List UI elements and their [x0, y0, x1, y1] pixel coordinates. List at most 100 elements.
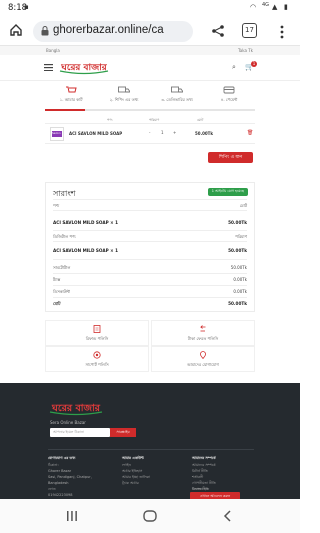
- summary-row-label: ডিসকাউন্ট: [53, 289, 70, 294]
- quantity-stepper[interactable]: - 1 +: [149, 130, 177, 137]
- summary-row-value: 50.00Tk: [228, 220, 247, 225]
- signal-icon: ▲: [272, 3, 278, 11]
- url-text: ghorerbazar.online/ca: [53, 24, 164, 36]
- document-icon: [93, 325, 101, 333]
- url-bar[interactable]: ghorerbazar.online/ca: [33, 21, 193, 42]
- cart-step-icon: [66, 86, 77, 93]
- summary-row-value: 50.00Tk: [228, 248, 247, 253]
- footer-logo[interactable]: ঘরের বাজার: [48, 400, 104, 417]
- qty-plus-button[interactable]: +: [173, 130, 176, 135]
- card-label: রিফান্ড পলিসি: [85, 336, 109, 341]
- product-name[interactable]: ACI SAVLON MILD SOAP: [69, 131, 122, 136]
- checkout-steps: ১. আমার কার্ট ২. শিপিং এর তথ্য ৩. ডেলিভা…: [45, 84, 255, 108]
- return-policy-card[interactable]: টাকা ফেরত পলিসি: [151, 320, 255, 346]
- cart-table-header: পণ্য পরিমাণ মোট: [45, 116, 255, 124]
- step-label: ২. শিপিং এর তথ্য: [109, 97, 139, 102]
- status-bar: 8:18 ▪ ◠ 4G ▲ ▮: [0, 0, 300, 16]
- return-arrow-icon: [200, 325, 206, 332]
- summary-row-value: পরিমাণ: [235, 234, 247, 239]
- step-delivery[interactable]: ৩. ডেলিভারির তথ্য: [151, 84, 203, 108]
- divider: [53, 297, 247, 298]
- home-button-icon[interactable]: [143, 510, 157, 522]
- footer-link[interactable]: ট্র্যাক অর্ডার: [122, 480, 150, 486]
- summary-row-value: 50.00Tk: [228, 301, 247, 306]
- summary-head-total: মোট: [239, 203, 247, 208]
- footer-logo-text: ঘরের বাজার: [51, 403, 101, 414]
- order-summary: সারাংশ 1 আইটেম যোগ হয়েছে পণ্য মোট ACI S…: [45, 182, 255, 312]
- logo-text: ঘরের বাজার: [60, 63, 107, 73]
- policy-cards: রিফান্ড পলিসি টাকা ফেরত পলিসি সাপোর্ট পল…: [45, 320, 255, 372]
- footer-account-column: আমার একাউন্ট লগইন অর্ডার ইতিহাস আমার ইচ্…: [122, 455, 150, 486]
- trash-icon[interactable]: 🗑: [247, 130, 253, 136]
- currency-select[interactable]: Taka Tk: [238, 48, 253, 53]
- summary-head-product: পণ্য: [53, 203, 60, 208]
- payment-card-icon: [223, 86, 235, 94]
- step-shipping[interactable]: ২. শিপিং এর তথ্য: [98, 84, 150, 108]
- cart-count-badge: 1: [251, 61, 257, 67]
- footer-tagline: Sera Online Bazar: [50, 420, 86, 425]
- summary-row-label: ACI SAVLON MILD SOAP × 1: [53, 248, 119, 253]
- qty-value[interactable]: 1: [161, 130, 164, 135]
- top-strip: Bangla Taka Tk: [0, 46, 300, 55]
- divider: [53, 259, 247, 260]
- divider: [53, 230, 247, 231]
- subscribe-button[interactable]: সাবস্ক্রাইব: [110, 428, 136, 437]
- summary-row-value: 0.00Tk: [233, 289, 247, 294]
- summary-row-label: ট্যাক্স: [53, 277, 61, 282]
- summary-row-label: সাবটোটাল: [53, 265, 71, 270]
- network-label: 4G: [262, 2, 270, 8]
- system-nav-bar: [0, 499, 300, 533]
- step-progress-fill: [45, 109, 85, 111]
- contact-card[interactable]: আমাদের যোগাযোগ: [151, 346, 255, 372]
- site-logo[interactable]: ঘরের বাজার: [58, 59, 110, 77]
- support-icon: [93, 351, 101, 359]
- tab-switcher-button[interactable]: 17: [242, 23, 257, 38]
- card-label: সাপোর্ট পলিসি: [85, 362, 109, 367]
- site-footer: ঘরের বাজার Sera Online Bazar আপনার ইমেল …: [0, 383, 300, 509]
- refund-policy-card[interactable]: রিফান্ড পলিসি: [45, 320, 149, 346]
- go-to-shipping-button[interactable]: শিপিং এ যান: [208, 152, 253, 163]
- product-thumbnail[interactable]: Savlon: [50, 127, 64, 141]
- divider: [53, 285, 247, 286]
- delivery-truck-icon: [171, 86, 183, 93]
- step-payment[interactable]: ৪. পেমেন্ট: [203, 84, 255, 108]
- share-icon[interactable]: [211, 24, 225, 38]
- summary-row-value: 0.00Tk: [233, 277, 247, 282]
- wifi-icon: ◠: [250, 3, 257, 11]
- step-cart[interactable]: ১. আমার কার্ট: [45, 84, 97, 108]
- row-total: 50.00Tk: [195, 131, 214, 136]
- footer-divider: [48, 449, 254, 450]
- truck-icon: [118, 86, 130, 93]
- qty-minus-button[interactable]: -: [149, 130, 150, 135]
- location-pin-icon: [200, 351, 206, 359]
- language-select[interactable]: Bangla: [46, 48, 60, 53]
- hamburger-menu-icon[interactable]: [44, 64, 53, 71]
- divider: [53, 199, 247, 200]
- site-header: ঘরের বাজার ⌕ 🛒 1: [0, 55, 300, 81]
- browser-toolbar: ghorerbazar.online/ca 17: [0, 16, 300, 46]
- card-label: টাকা ফেরত পলিসি: [187, 336, 219, 341]
- notification-icon: ▪: [24, 3, 29, 11]
- summary-row-label: মোট: [53, 301, 61, 306]
- home-icon[interactable]: [9, 23, 23, 37]
- footer-col-heading: যোগাযোগ এর তথ্য: [48, 456, 76, 460]
- battery-icon: ▮: [284, 3, 288, 11]
- thumbnail-label: Savlon: [52, 132, 61, 135]
- summary-row-label: ডিজিটাল পণ্য: [53, 234, 76, 239]
- support-policy-card[interactable]: সাপোর্ট পলিসি: [45, 346, 149, 372]
- recent-apps-icon[interactable]: [66, 510, 78, 522]
- step-label: ৪. পেমেন্ট: [220, 97, 238, 102]
- back-icon[interactable]: [222, 510, 234, 522]
- more-menu-icon[interactable]: [280, 25, 284, 39]
- search-icon[interactable]: ⌕: [232, 63, 236, 72]
- footer-col-heading: আমাদের সম্পর্কে: [192, 456, 216, 460]
- summary-row-value: 50.00Tk: [230, 265, 247, 270]
- step-label: ১. আমার কার্ট: [59, 97, 83, 102]
- cart-row: Savlon ACI SAVLON MILD SOAP - 1 + 50.00T…: [45, 124, 255, 144]
- divider: [53, 210, 247, 211]
- divider: [53, 241, 247, 242]
- newsletter-email-input[interactable]: আপনার ইমেল ঠিকানা: [50, 428, 110, 437]
- items-count-badge: 1 আইটেম যোগ হয়েছে: [207, 188, 248, 196]
- lock-icon: [41, 26, 49, 36]
- step-label: ৩. ডেলিভারির তথ্য: [161, 97, 193, 102]
